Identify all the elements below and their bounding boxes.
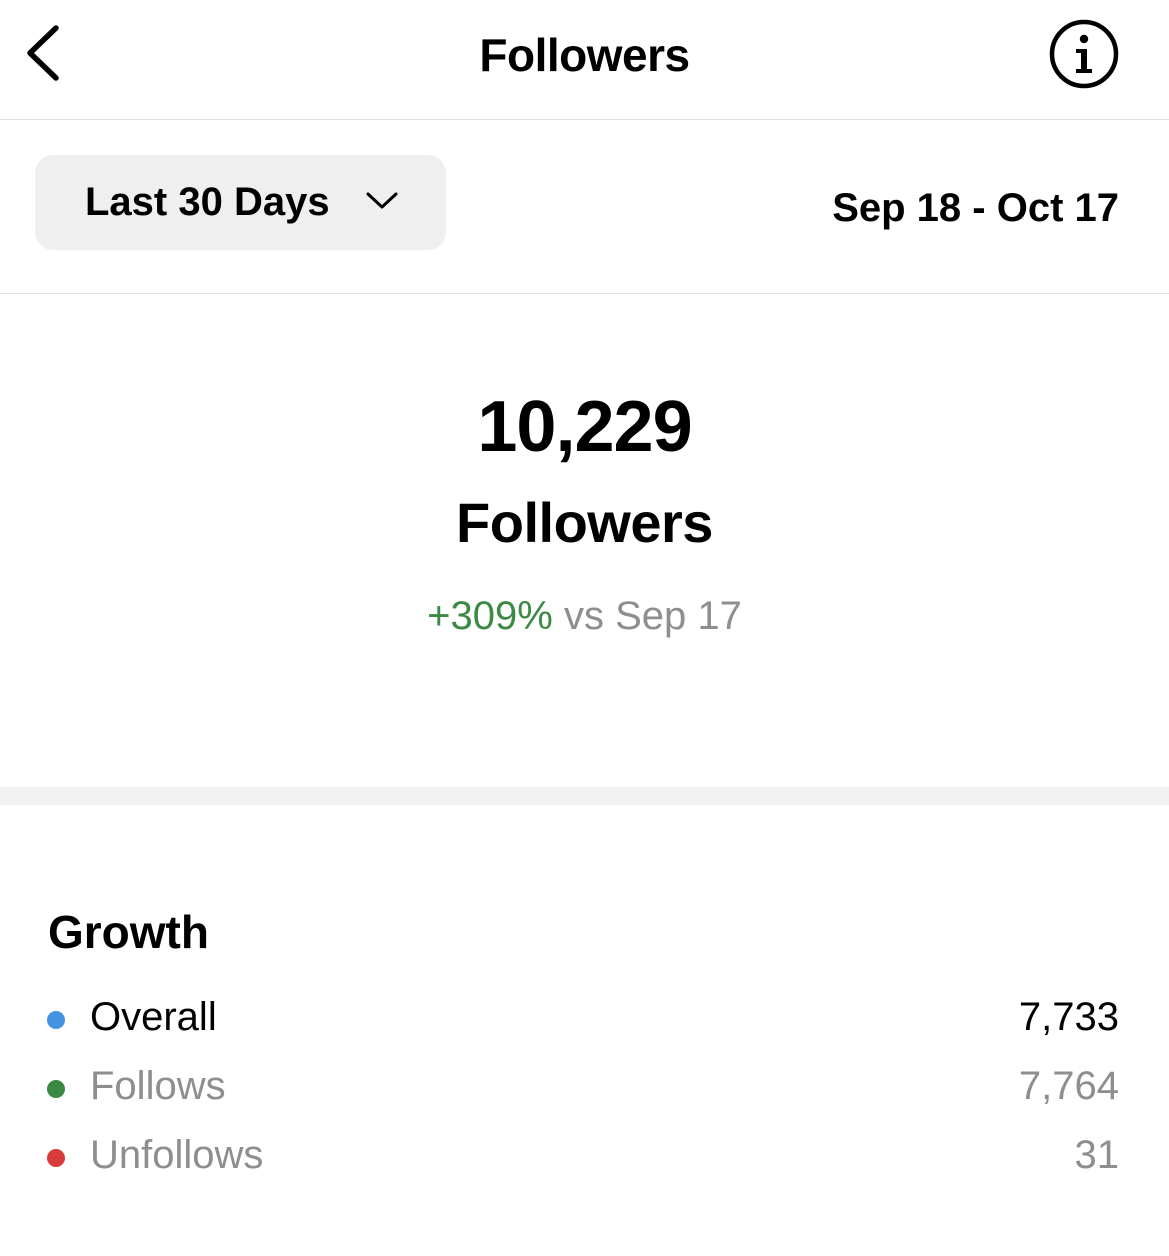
growth-row-overall: Overall 7,733 (0, 990, 1169, 1050)
followers-count: 10,229 (477, 387, 692, 467)
growth-row-value: 7,764 (1018, 1064, 1119, 1108)
page-title: Followers (479, 29, 690, 81)
growth-row-unfollows: Unfollows 31 (0, 1128, 1169, 1188)
followers-summary: 10,229 Followers +309% vs Sep 17 (0, 294, 1169, 787)
date-range-text: Sep 18 - Oct 17 (832, 186, 1119, 230)
top-nav-bar: Followers (0, 0, 1169, 120)
growth-row-value: 31 (1074, 1133, 1120, 1177)
growth-row-value: 7,733 (1018, 995, 1119, 1039)
date-range-dropdown-label: Last 30 Days (85, 180, 330, 224)
section-divider (0, 787, 1169, 805)
date-filter-row: Last 30 Days Sep 18 - Oct 17 (0, 120, 1169, 294)
followers-change: +309% vs Sep 17 (0, 594, 1169, 639)
chevron-down-icon (365, 190, 399, 217)
info-circle-icon (1048, 18, 1120, 90)
legend-dot-follows (47, 1080, 65, 1098)
growth-row-follows: Follows 7,764 (0, 1059, 1169, 1119)
change-reference: vs Sep 17 (563, 594, 742, 638)
legend-dot-unfollows (47, 1149, 65, 1167)
change-percent: +309% (427, 594, 553, 638)
growth-row-label: Overall (90, 995, 217, 1039)
date-range-dropdown[interactable]: Last 30 Days (35, 155, 446, 250)
growth-section-title: Growth (48, 906, 209, 958)
growth-row-label: Unfollows (90, 1133, 264, 1177)
growth-row-label: Follows (90, 1064, 226, 1108)
legend-dot-overall (47, 1011, 65, 1029)
info-button[interactable] (1048, 18, 1120, 90)
followers-count-label: Followers (456, 491, 713, 554)
